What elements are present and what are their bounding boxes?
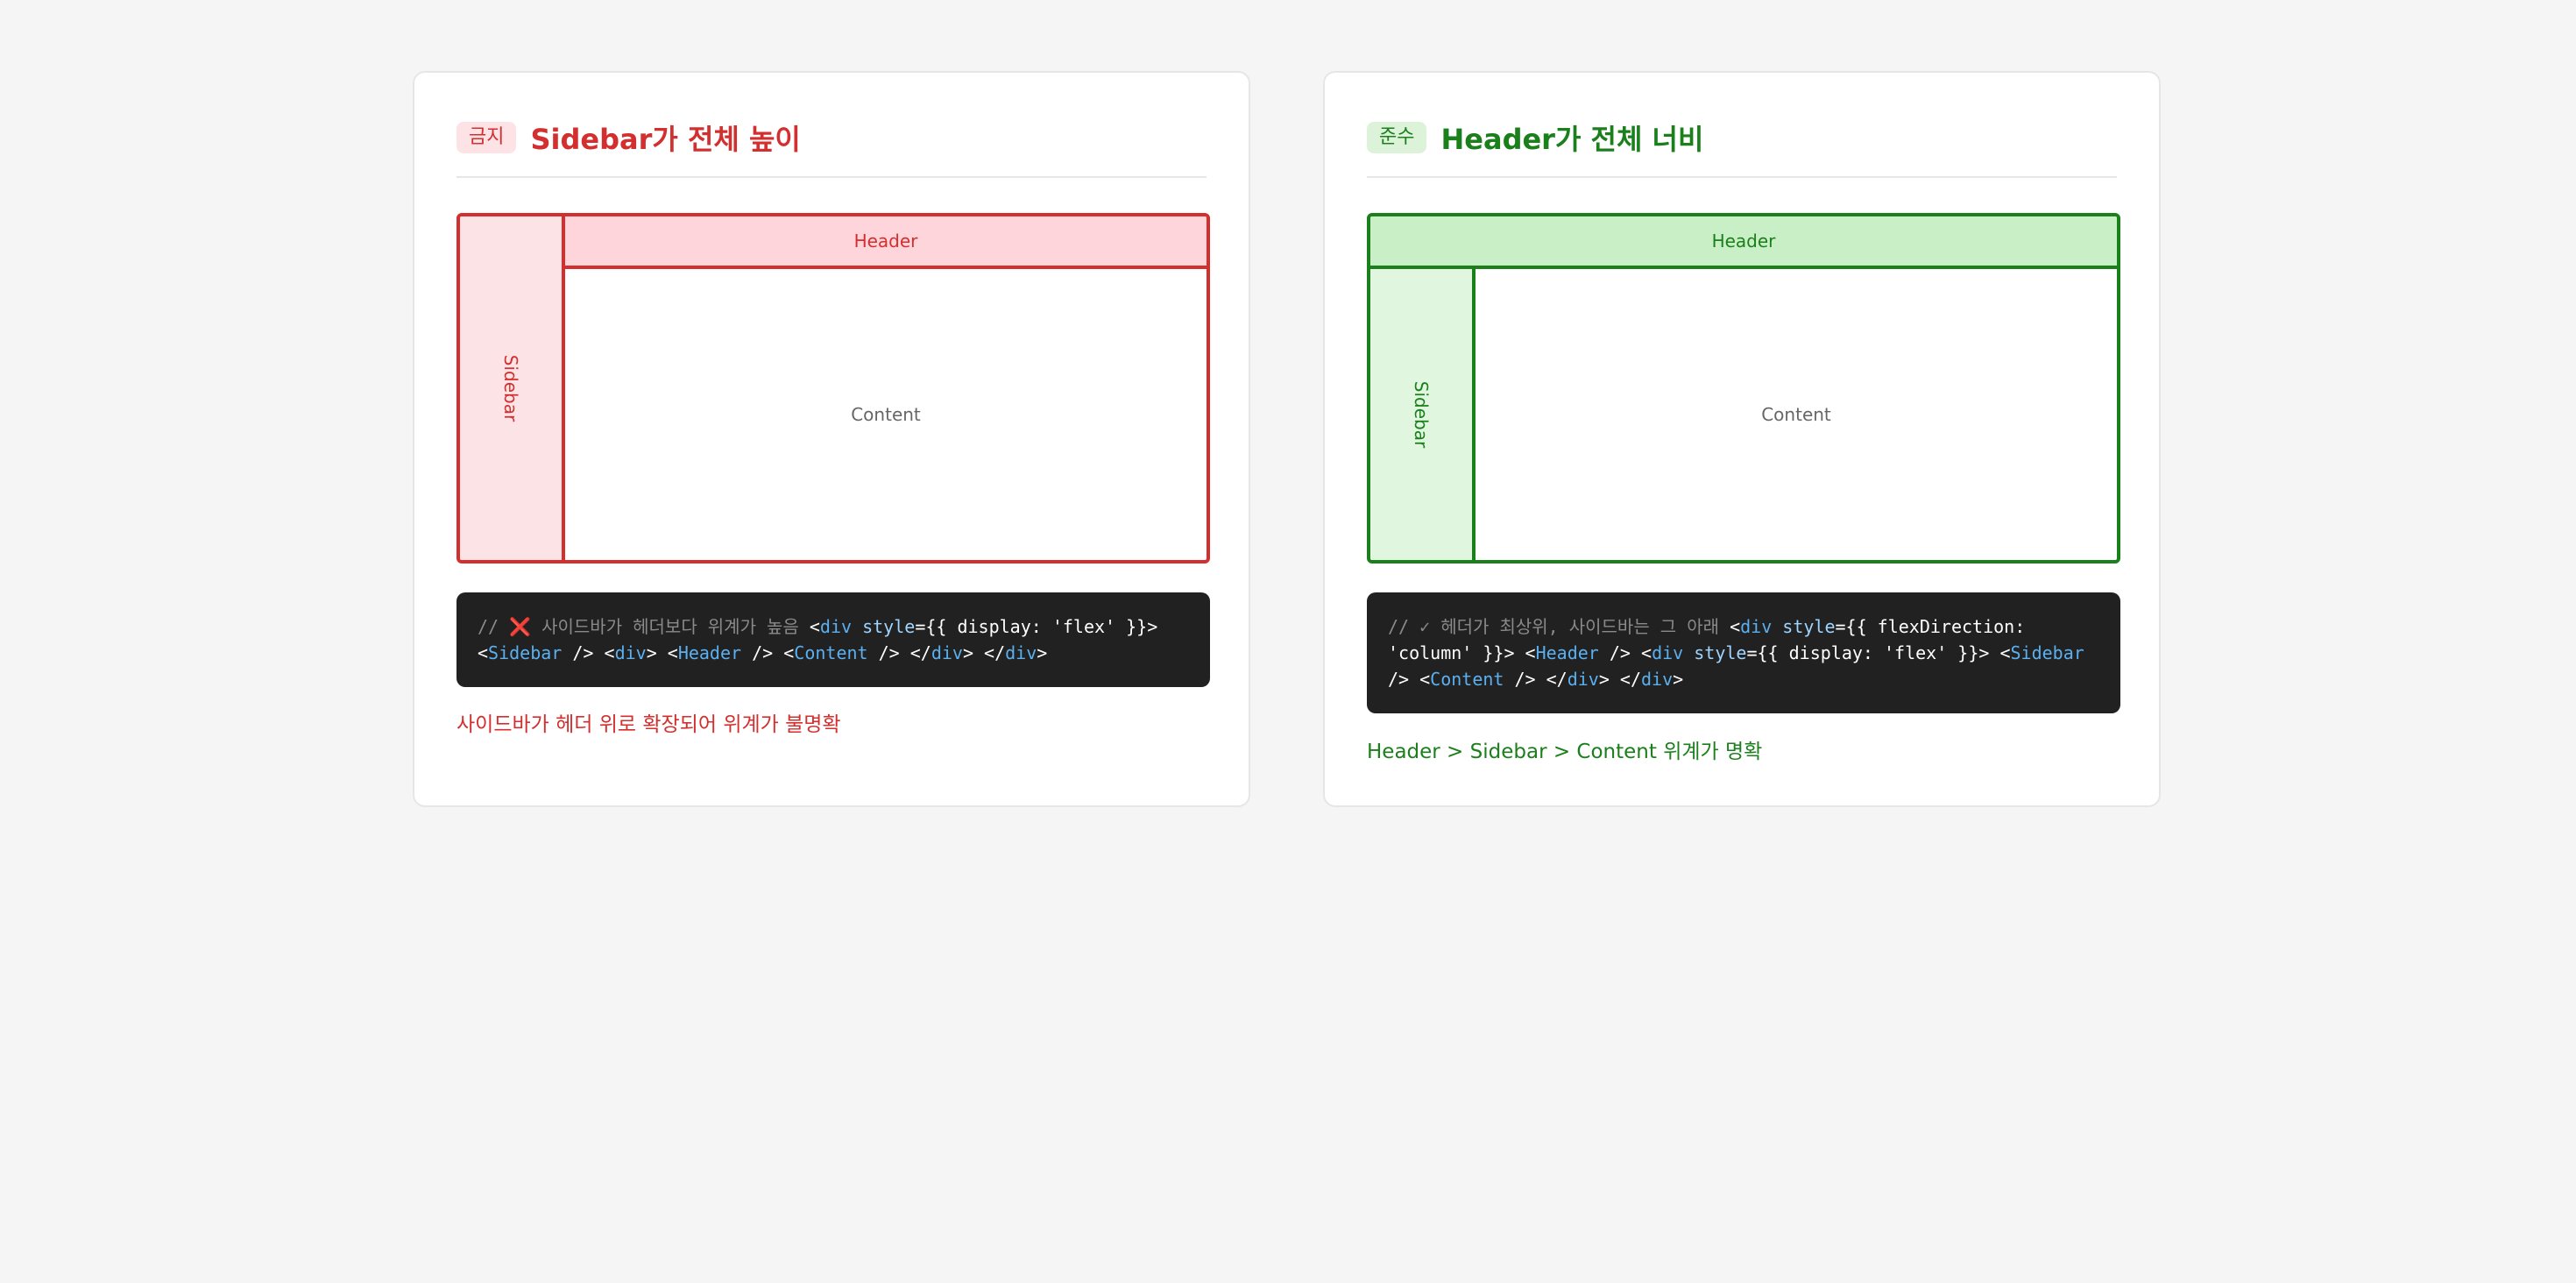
code-token: style <box>1694 642 1747 663</box>
compliant-badge: 준수 <box>1367 122 1427 153</box>
diagram-content: Content <box>851 404 921 425</box>
code-token: Content <box>794 642 868 663</box>
code-token: /> </ <box>1504 669 1568 690</box>
diagram-sidebar-label: Sidebar <box>1411 380 1432 449</box>
diagram-sidebar-label: Sidebar <box>500 354 521 422</box>
code-token: < <box>1514 642 1536 663</box>
code-token: div <box>1652 642 1684 663</box>
code-token: > </ <box>962 642 1006 663</box>
code-token: Content <box>1430 669 1504 690</box>
code-token: style <box>1782 616 1836 637</box>
card-title: Header가 전체 너비 <box>1440 123 1704 156</box>
code-comment: 사이드바가 헤더보다 위계가 높음 <box>541 616 799 637</box>
code-token: /> < <box>1388 669 1431 690</box>
code-token: ={{ display: 'flex' }}> < <box>1746 642 2011 663</box>
code-token: > <box>1673 669 1684 690</box>
bad-example-card: 금지 Sidebar가 전체 높이 Sidebar Header Content… <box>413 71 1250 807</box>
code-token: div <box>1005 642 1037 663</box>
code-token: > <box>1037 642 1048 663</box>
code-token: div <box>1740 616 1773 637</box>
prohibited-badge: 금지 <box>456 122 517 153</box>
divider <box>1367 176 2117 178</box>
code-token: /> </ <box>867 642 931 663</box>
code-token: /> < <box>741 642 795 663</box>
code-token: < <box>1730 616 1741 637</box>
code-token: div <box>931 642 963 663</box>
description: 사이드바가 헤더 위로 확장되어 위계가 불명확 <box>456 713 841 736</box>
card-title: Sidebar가 전체 높이 <box>530 123 801 156</box>
code-token: /> < <box>562 642 615 663</box>
code-block: // ✓ 헤더가 최상위, 사이드바는 그 아래 <div style={{ f… <box>1367 592 2120 713</box>
diagram-sidebar: Sidebar <box>1370 269 1476 560</box>
code-token: Sidebar <box>488 642 563 663</box>
card-header: 금지 Sidebar가 전체 높이 <box>456 115 1207 160</box>
code-token: < <box>478 642 489 663</box>
code-token: ={{ display: 'flex' }}> <box>915 616 1158 637</box>
code-token: div <box>1567 669 1599 690</box>
diagram-header: Header <box>1370 216 2117 269</box>
code-token: > </ <box>1598 669 1642 690</box>
code-token: /> < <box>1598 642 1652 663</box>
code-comment-prefix: // <box>478 616 499 637</box>
code-token: div <box>819 616 853 637</box>
card-header: 준수 Header가 전체 너비 <box>1367 115 2117 160</box>
cross-mark-icon: ❌ <box>509 616 532 637</box>
layout-diagram: Header Sidebar Content <box>1367 213 2120 564</box>
code-token: div <box>614 642 647 663</box>
code-token: div <box>1641 669 1674 690</box>
good-example-card: 준수 Header가 전체 너비 Header Sidebar Content … <box>1323 71 2161 807</box>
code-token: Sidebar <box>2010 642 2084 663</box>
code-token: < <box>809 616 820 637</box>
layout-diagram: Sidebar Header Content <box>456 213 1210 564</box>
code-token: style <box>862 616 916 637</box>
code-token: > < <box>646 642 678 663</box>
diagram-sidebar: Sidebar <box>460 216 565 560</box>
code-token: Header <box>677 642 742 663</box>
code-block: // ❌ 사이드바가 헤더보다 위계가 높음 <div style={{ dis… <box>456 592 1210 687</box>
description: Header > Sidebar > Content 위계가 명확 <box>1367 741 1763 763</box>
code-comment: // ✓ 헤더가 최상위, 사이드바는 그 아래 <box>1388 616 1720 637</box>
code-token: Header <box>1535 642 1599 663</box>
diagram-header: Header <box>565 216 1207 269</box>
diagram-content: Content <box>1761 404 1831 425</box>
divider <box>456 176 1207 178</box>
